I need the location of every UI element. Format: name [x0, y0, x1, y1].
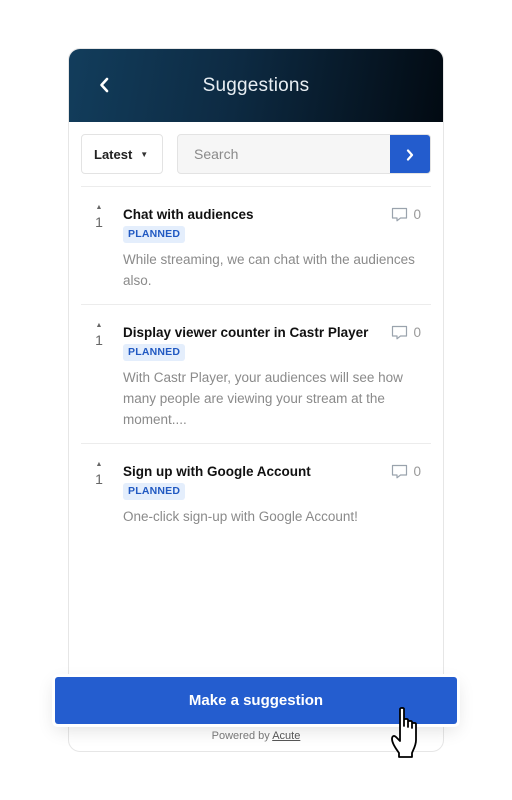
- comment-icon: [392, 464, 408, 479]
- upvote-arrow-icon: ▲: [95, 322, 103, 329]
- suggestion-description: While streaming, we can chat with the au…: [123, 252, 415, 288]
- suggestion-title[interactable]: Display viewer counter in Castr Player: [123, 325, 368, 340]
- powered-by-prefix: Powered by: [211, 730, 270, 742]
- suggestion-item[interactable]: ▲ 1 Sign up with Google Account PLANNED …: [81, 461, 431, 541]
- upvote-arrow-icon: ▲: [95, 204, 103, 211]
- suggestion-title[interactable]: Chat with audiences: [123, 207, 254, 222]
- suggestion-description: With Castr Player, your audiences will s…: [123, 370, 403, 427]
- sort-selected-value: Latest: [94, 146, 133, 162]
- upvote-arrow-icon: ▲: [95, 461, 103, 468]
- vote-count: 1: [95, 332, 103, 348]
- status-badge: PLANNED: [123, 344, 186, 361]
- comment-count-value: 0: [413, 207, 421, 222]
- acute-link[interactable]: Acute: [272, 730, 300, 742]
- divider: [81, 443, 431, 444]
- status-badge: PLANNED: [123, 483, 186, 500]
- comment-count[interactable]: 0: [391, 325, 421, 340]
- divider: [81, 304, 431, 305]
- sort-dropdown[interactable]: Latest ▼: [81, 134, 163, 174]
- chevron-right-icon: [406, 149, 414, 161]
- comment-count[interactable]: 0: [391, 207, 421, 222]
- suggestions-widget: Suggestions Latest ▼ ▲ 1 Chat with audie…: [68, 48, 444, 752]
- search-input[interactable]: [178, 135, 392, 173]
- chevron-left-icon: [100, 77, 109, 93]
- powered-by: Powered by Acute: [68, 730, 444, 742]
- widget-header: Suggestions: [69, 49, 443, 122]
- suggestion-item[interactable]: ▲ 1 Display viewer counter in Castr Play…: [81, 322, 431, 442]
- upvote-button[interactable]: ▲ 1: [91, 204, 107, 230]
- vote-count: 1: [95, 471, 103, 487]
- filter-bar: Latest ▼: [81, 134, 431, 175]
- comment-icon: [392, 207, 408, 222]
- suggestion-item[interactable]: ▲ 1 Chat with audiences PLANNED While st…: [81, 204, 431, 304]
- divider: [81, 186, 431, 187]
- suggestion-description: One-click sign-up with Google Account!: [123, 509, 358, 524]
- vote-count: 1: [95, 214, 103, 230]
- search-box: [177, 134, 431, 174]
- upvote-button[interactable]: ▲ 1: [91, 322, 107, 348]
- hand-pointer-cursor-icon: [391, 706, 417, 758]
- upvote-button[interactable]: ▲ 1: [91, 461, 107, 487]
- status-badge: PLANNED: [123, 226, 186, 243]
- comment-count-value: 0: [413, 325, 421, 340]
- comment-icon: [392, 325, 408, 340]
- back-button[interactable]: [93, 73, 115, 97]
- search-submit-button[interactable]: [390, 135, 430, 173]
- comment-count-value: 0: [413, 464, 421, 479]
- comment-count[interactable]: 0: [391, 464, 421, 479]
- page-title: Suggestions: [202, 74, 310, 96]
- suggestion-title[interactable]: Sign up with Google Account: [123, 464, 311, 479]
- caret-down-icon: ▼: [140, 149, 149, 159]
